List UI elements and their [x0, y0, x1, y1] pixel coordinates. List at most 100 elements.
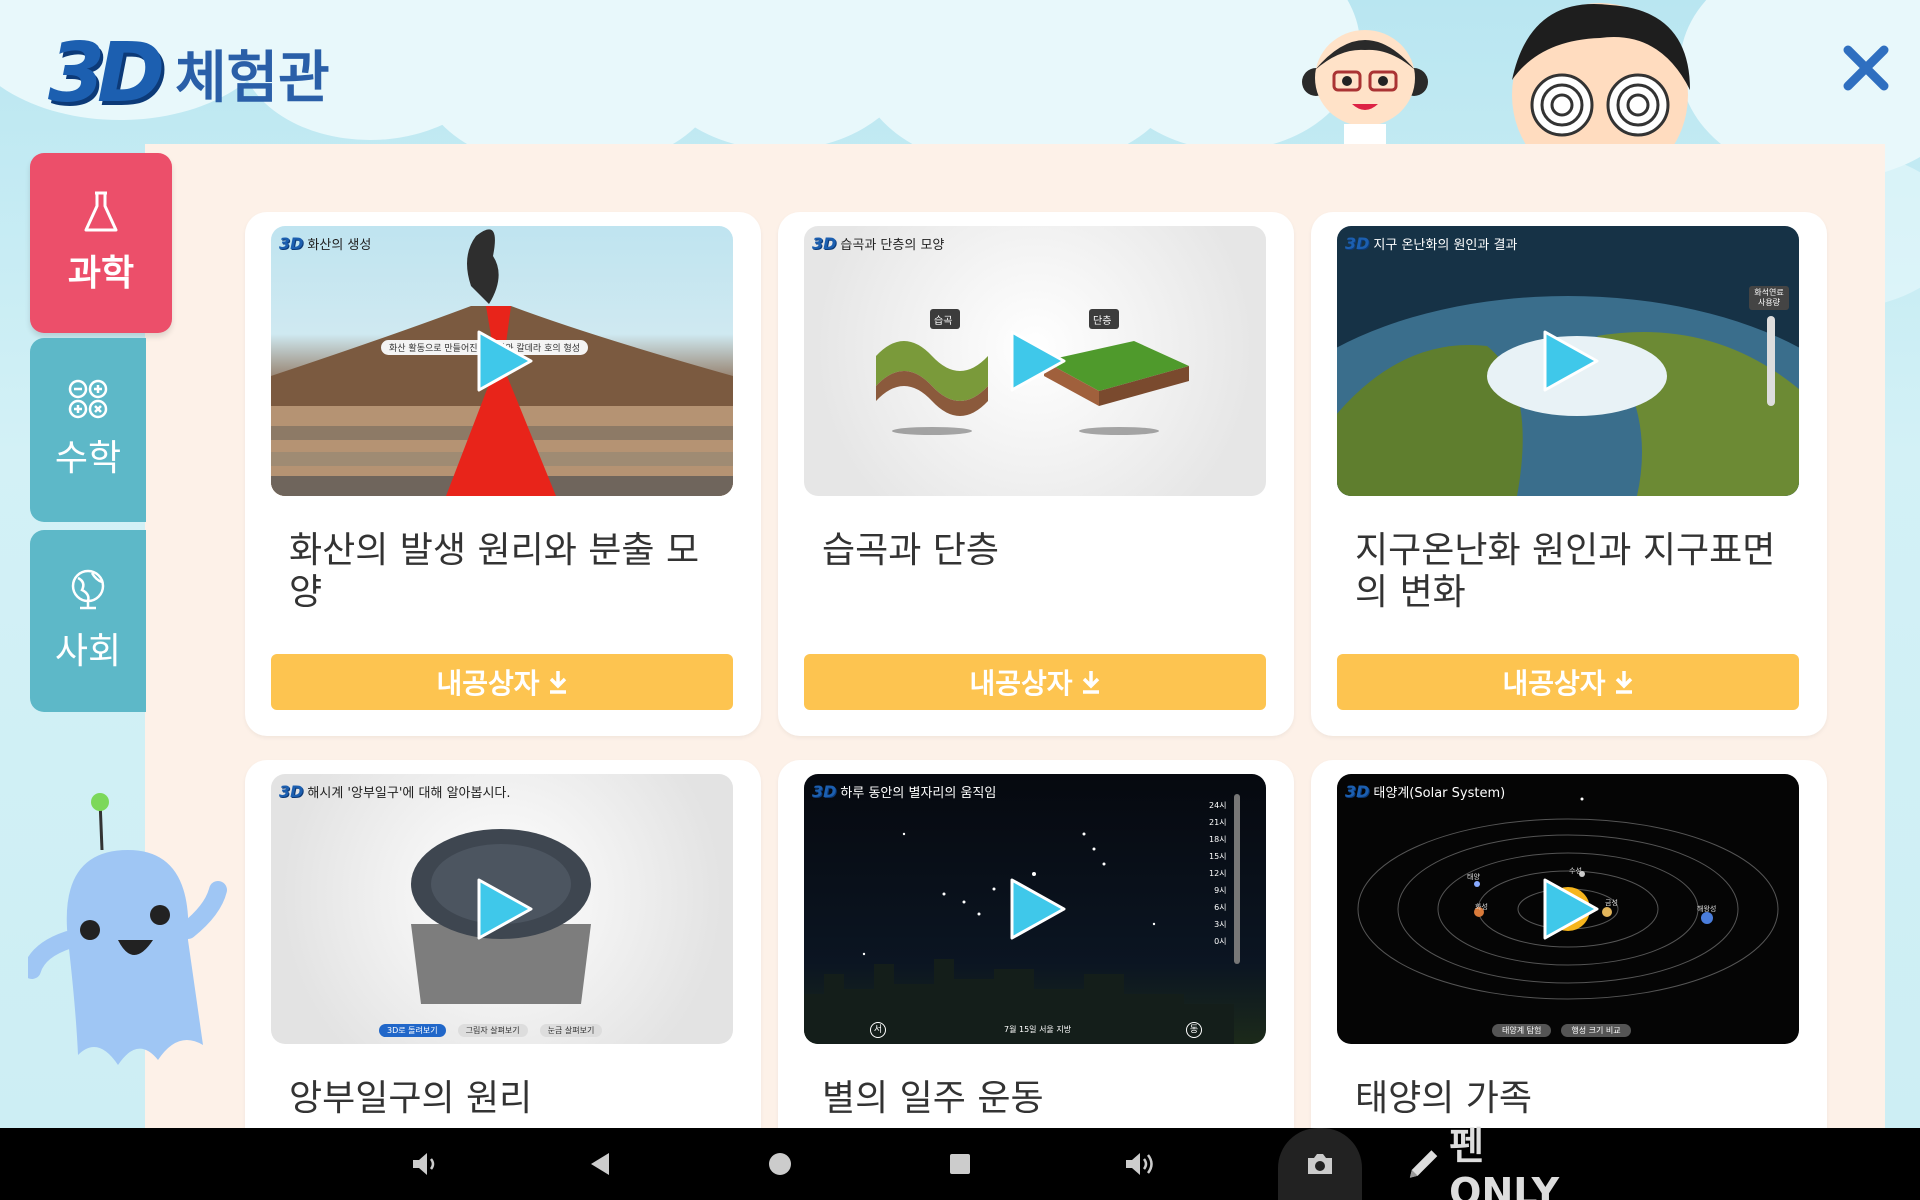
pen-only-toggle[interactable]: 펜 ONLY: [1404, 1124, 1604, 1200]
download-button[interactable]: 내공상자: [1337, 654, 1799, 710]
planet-label: 화성: [1475, 903, 1488, 911]
tab-social-label: 사회: [54, 631, 122, 672]
tab-science-label: 과학: [67, 253, 135, 294]
thumbnail-caption: 3D 해시계 '앙부일구'에 대해 알아봅시다.: [279, 782, 511, 801]
tab-math-label: 수학: [54, 438, 122, 479]
download-button[interactable]: 내공상자: [804, 654, 1266, 710]
planet-label: 해왕성: [1697, 905, 1717, 913]
thumbnail-3d-mark: 3D: [279, 782, 304, 801]
thumbnail-3d-mark: 3D: [1345, 234, 1370, 253]
hour-label: 6시: [1214, 903, 1227, 912]
thumbnail-caption-text: 태양계(Solar System): [1373, 786, 1506, 801]
shadow-pill[interactable]: 그림자 살펴보기: [457, 1024, 528, 1037]
download-arrow-icon: [1082, 671, 1099, 694]
back-button[interactable]: [580, 1138, 620, 1190]
ghost-character-illustration: [23, 790, 228, 1080]
hour-label: 9시: [1214, 886, 1227, 895]
card-title: 화산의 발생 원리와 분출 모양: [289, 530, 700, 613]
planet-label: 태양: [1467, 873, 1480, 881]
content-card: 24시 21시 18시 15시 12시 9시 6시 3시 0시 서 동 7월 1…: [778, 760, 1294, 1180]
play-icon[interactable]: [1000, 874, 1070, 944]
volume-up-icon: [1126, 1153, 1153, 1175]
thumbnail-caption-text: 하루 동안의 별자리의 움직임: [840, 786, 997, 801]
volume-down-button[interactable]: [404, 1138, 444, 1190]
hour-label: 0시: [1214, 937, 1227, 946]
video-thumbnail[interactable]: 3D로 돌려보기 그림자 살펴보기 눈금 살펴보기 3D 해시계 '앙부일구'에…: [271, 774, 733, 1044]
download-button[interactable]: 내공상자: [271, 654, 733, 710]
card-title: 지구온난화 원인과 지구표면의 변화: [1355, 530, 1776, 613]
play-icon[interactable]: [467, 874, 537, 944]
close-icon: [1843, 45, 1889, 91]
card-title: 앙부일구의 원리: [289, 1078, 533, 1119]
date-label: 7월 15일 서울 지방: [1004, 1025, 1072, 1034]
thumbnail-caption: 3D 지구 온난화의 원인과 결과: [1345, 234, 1517, 253]
thumbnail-3d-mark: 3D: [812, 234, 837, 253]
home-icon: [769, 1153, 791, 1175]
close-button[interactable]: [1836, 38, 1896, 98]
logo-mark: 3D: [48, 25, 165, 121]
logo-text: 체험관: [175, 45, 330, 111]
download-button-label: 내공상자: [969, 667, 1073, 700]
video-thumbnail[interactable]: 화산 활동으로 만들어진 칼데라와 칼데라 호의 형성 3D 화산의 생성: [271, 226, 733, 496]
view-3d-pill[interactable]: 3D로 돌려보기: [379, 1024, 446, 1037]
home-button[interactable]: [760, 1138, 800, 1190]
thumbnail-caption-text: 습곡과 단층의 모양: [840, 238, 945, 253]
back-icon: [591, 1153, 609, 1175]
card-title: 별의 일주 운동: [822, 1078, 1044, 1119]
screenshot-button[interactable]: [1300, 1138, 1340, 1190]
download-arrow-icon: [1615, 671, 1632, 694]
content-card: 화석연료 사용량 3D 지구 온난화의 원인과 결과 지구온난화 원인과 지구표…: [1311, 212, 1827, 736]
tab-science[interactable]: 과학: [30, 153, 172, 333]
scale-pill[interactable]: 눈금 살펴보기: [539, 1024, 603, 1037]
hour-label: 18시: [1209, 835, 1227, 844]
tab-math[interactable]: 수학: [30, 338, 146, 522]
content-card: 화산 활동으로 만들어진 칼데라와 칼데라 호의 형성 3D 화산의 생성 화산…: [245, 212, 761, 736]
hour-label: 15시: [1209, 852, 1227, 861]
girl-character-illustration: [1300, 20, 1430, 145]
download-button-label: 내공상자: [436, 667, 540, 700]
video-thumbnail[interactable]: 습곡 단층 3D 습곡과 단층의 모양: [804, 226, 1266, 496]
hour-label: 12시: [1209, 869, 1227, 878]
download-button-label: 내공상자: [1502, 667, 1606, 700]
explore-pill[interactable]: 태양계 탐험: [1492, 1024, 1552, 1037]
video-thumbnail[interactable]: 24시 21시 18시 15시 12시 9시 6시 3시 0시 서 동 7월 1…: [804, 774, 1266, 1044]
recents-button[interactable]: [940, 1138, 980, 1190]
compare-pill[interactable]: 행성 크기 비교: [1561, 1024, 1631, 1037]
planet-label: 금성: [1605, 899, 1618, 907]
camera-icon: [1308, 1154, 1332, 1174]
video-thumbnail[interactable]: 화석연료 사용량 3D 지구 온난화의 원인과 결과: [1337, 226, 1799, 496]
tab-social[interactable]: 사회: [30, 530, 146, 712]
thumbnail-caption-text: 화산의 생성: [307, 238, 372, 253]
hour-label: 24시: [1209, 801, 1227, 810]
thumbnail-caption: 3D 태양계(Solar System): [1345, 782, 1505, 801]
video-thumbnail[interactable]: 태양 화성 금성 해왕성 수성 태양계 탐험 행성 크기 비교 3D 태양계(S…: [1337, 774, 1799, 1044]
thumbnail-caption: 3D 습곡과 단층의 모양: [812, 234, 944, 253]
thumbnail-caption-text: 지구 온난화의 원인과 결과: [1373, 238, 1518, 253]
globe-icon: [71, 569, 105, 610]
thumbnail-caption: 3D 하루 동안의 별자리의 움직임: [812, 782, 996, 801]
hour-scale[interactable]: 24시 21시 18시 15시 12시 9시 6시 3시 0시: [1209, 800, 1227, 947]
card-title: 습곡과 단층: [822, 530, 1000, 571]
west-label: 서: [870, 1022, 886, 1038]
content-card: 습곡 단층 3D 습곡과 단층의 모양 습곡과 단층 내공상자: [778, 212, 1294, 736]
thumbnail-3d-mark: 3D: [812, 782, 837, 801]
play-icon[interactable]: [467, 326, 537, 396]
fault-tag: 단층: [1093, 316, 1112, 327]
download-arrow-icon: [549, 671, 566, 694]
content-card: 3D로 돌려보기 그림자 살펴보기 눈금 살펴보기 3D 해시계 '앙부일구'에…: [245, 760, 761, 1180]
thumbnail-3d-mark: 3D: [1345, 782, 1370, 801]
volume-up-button[interactable]: [1120, 1138, 1160, 1190]
math-ops-icon: [68, 379, 108, 419]
fold-tag: 습곡: [934, 316, 953, 327]
play-icon[interactable]: [1533, 326, 1603, 396]
play-icon[interactable]: [1000, 326, 1070, 396]
thumbnail-caption: 3D 화산의 생성: [279, 234, 371, 253]
recents-icon: [950, 1154, 970, 1174]
pen-icon: [1409, 1150, 1438, 1178]
hour-label: 21시: [1209, 818, 1227, 827]
thumbnail-3d-mark: 3D: [279, 234, 304, 253]
app-logo: 3D 체험관: [48, 25, 330, 121]
volume-down-icon: [413, 1153, 435, 1175]
pen-only-label: 펜 ONLY: [1449, 1123, 1560, 1200]
play-icon[interactable]: [1533, 874, 1603, 944]
